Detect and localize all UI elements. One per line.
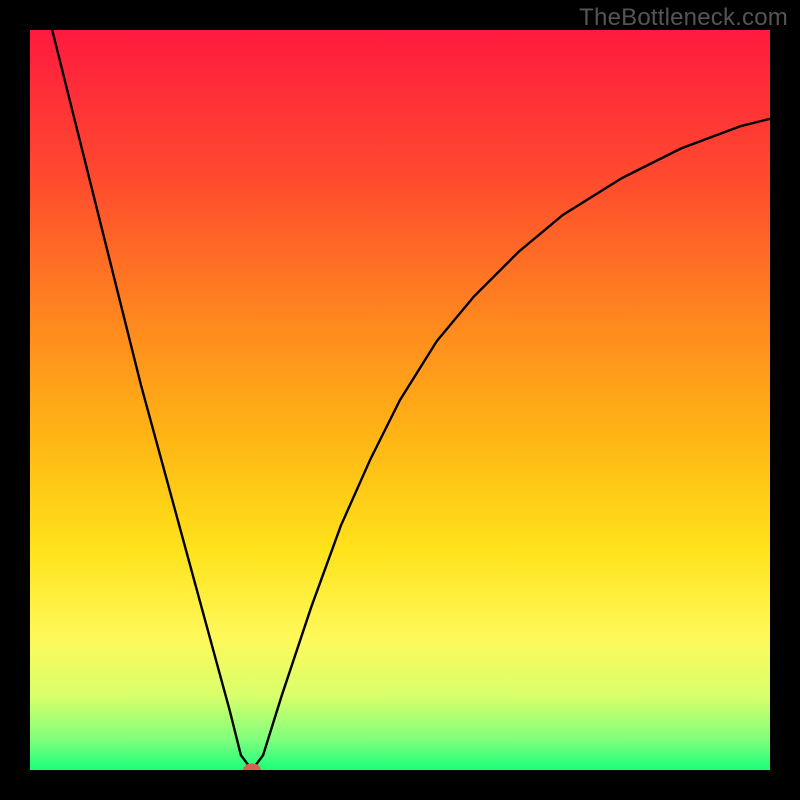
plot-area bbox=[30, 30, 770, 770]
watermark-text: TheBottleneck.com bbox=[579, 4, 788, 32]
chart-svg bbox=[30, 30, 770, 770]
chart-frame: TheBottleneck.com bbox=[0, 0, 800, 800]
